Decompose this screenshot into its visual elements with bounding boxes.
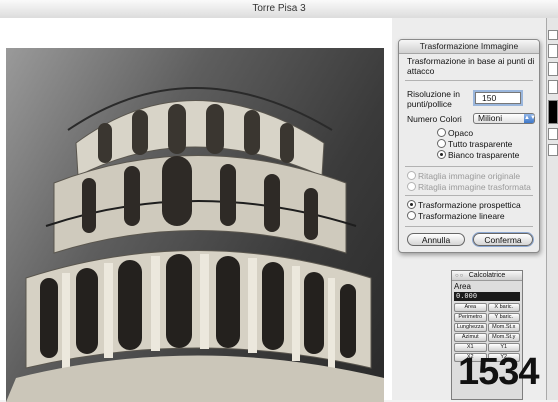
radio-all-transparent[interactable]: Tutto trasparente (437, 139, 512, 149)
radio-icon (437, 128, 446, 137)
calculator-mode-label: Area (454, 282, 471, 291)
radio-icon (407, 182, 416, 191)
transform-dialog[interactable]: Trasformazione Immagine Trasformazione i… (398, 39, 540, 253)
radio-icon (407, 171, 416, 180)
window-title-bar[interactable]: Torre Pisa 3 (0, 0, 558, 19)
cancel-button[interactable]: Annulla (407, 233, 465, 246)
radio-icon (407, 211, 416, 220)
radio-selected-icon (437, 150, 446, 159)
calc-key-mom-st-x[interactable]: Mom.St.x (487, 323, 520, 332)
calculator-title-bar[interactable]: ○○ Calcolatrice (452, 271, 522, 281)
chevron-down-icon: ▲▼ (524, 114, 536, 123)
divider (405, 80, 533, 81)
tower-photo (6, 48, 384, 402)
close-icon[interactable] (548, 128, 558, 140)
calc-key-y-baric[interactable]: Y baric. (487, 313, 520, 322)
confirm-button[interactable]: Conferma (473, 233, 533, 246)
calculator-title: Calcolatrice (468, 272, 506, 279)
radio-white-transparent[interactable]: Bianco trasparente (437, 150, 519, 160)
calculator-display: 0.000 (454, 292, 520, 301)
palette-swatch[interactable] (548, 100, 558, 124)
radio-crop-original: Ritaglia immagine originale (407, 171, 520, 181)
calc-key-perimetro[interactable]: Perimetro (454, 313, 487, 322)
resolution-input[interactable]: 150 (475, 92, 521, 104)
calc-key-area[interactable]: Area (454, 303, 487, 312)
palette-swatch[interactable] (548, 62, 558, 76)
radio-linear-transform[interactable]: Trasformazione lineare (407, 211, 505, 221)
radio-selected-icon (407, 200, 416, 209)
page-number: 1534 (458, 351, 540, 393)
radio-icon (437, 139, 446, 148)
window-title: Torre Pisa 3 (252, 3, 306, 14)
colors-label: Numero Colori (407, 114, 462, 124)
colors-select[interactable]: Milioni ▲▼ (473, 113, 536, 124)
calc-key-mom-st-y[interactable]: Mom.St.y (487, 333, 520, 342)
divider (405, 166, 533, 167)
resolution-label: Risoluzione in punti/pollice (407, 89, 460, 109)
tower-illustration (6, 87, 384, 402)
radio-perspective-transform[interactable]: Trasformazione prospettica (407, 200, 521, 210)
palette-swatch[interactable] (548, 30, 558, 40)
palette-swatch[interactable] (548, 80, 558, 94)
tool-palette-strip[interactable] (546, 18, 558, 400)
dialog-title: Trasformazione Immagine (399, 40, 539, 54)
image-canvas[interactable] (0, 18, 392, 402)
window-controls-icon[interactable]: ○○ (455, 272, 464, 281)
calc-key-lunghezza[interactable]: Lunghezza (454, 323, 487, 332)
divider (405, 226, 533, 227)
radio-crop-transformed: Ritaglia immagine trasformata (407, 182, 531, 192)
calc-key-azimut[interactable]: Azimut (454, 333, 487, 342)
palette-swatch[interactable] (548, 144, 558, 156)
divider (405, 195, 533, 196)
dialog-heading: Trasformazione in base ai punti di attac… (407, 56, 535, 76)
calc-key-x-baric[interactable]: X baric. (487, 303, 520, 312)
palette-swatch[interactable] (548, 44, 558, 58)
colors-select-value: Milioni (478, 113, 503, 123)
radio-opaque[interactable]: Opaco (437, 128, 473, 138)
